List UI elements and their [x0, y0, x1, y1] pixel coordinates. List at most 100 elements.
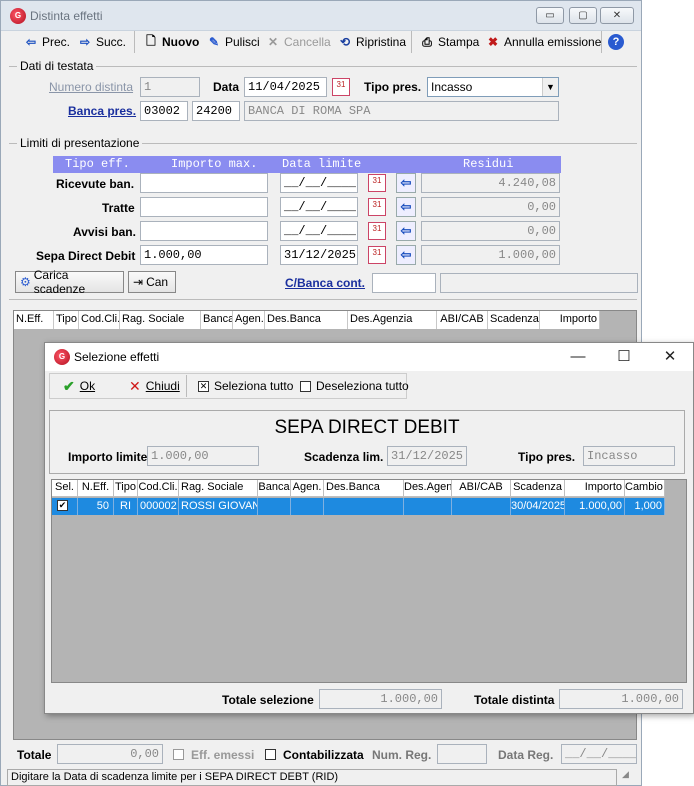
annulla-emissione-button[interactable]: ✖ Annulla emissione — [485, 31, 601, 53]
col-header[interactable]: Tipo — [114, 480, 138, 497]
can-button[interactable]: ⇥ Can — [128, 271, 176, 293]
check-icon: ✔ — [63, 377, 75, 394]
col-header[interactable]: Scadenza — [511, 480, 565, 497]
col-header[interactable]: Cambio — [625, 480, 665, 497]
avvisi-data-field[interactable]: __/__/____ — [280, 221, 358, 241]
tipo-pres-select[interactable]: Incasso ▼ — [427, 77, 559, 97]
num-reg-label: Num. Reg. — [372, 748, 432, 762]
carica-scadenze-label: Carica scadenze — [33, 268, 86, 296]
c-banca-cont-field[interactable] — [372, 273, 436, 293]
calendar-icon[interactable]: 31 — [368, 174, 386, 192]
col-header[interactable]: Rag. Sociale — [179, 480, 258, 497]
tipo-pres-field: Incasso — [583, 446, 675, 466]
col-header[interactable]: Agen. — [291, 480, 324, 497]
stampa-label: Stampa — [438, 35, 480, 49]
ricevute-importo-field[interactable] — [140, 173, 268, 193]
arrow-left-icon[interactable]: ⇦ — [396, 221, 416, 241]
col-header[interactable]: Scadenza — [488, 311, 540, 329]
carica-scadenze-button[interactable]: ⚙ Carica scadenze — [15, 268, 124, 296]
minimize-button[interactable]: — — [555, 343, 601, 371]
col-header[interactable]: Des.Banca — [324, 480, 404, 497]
col-header[interactable]: N.Eff. — [14, 311, 54, 329]
col-header[interactable]: Rag. Sociale — [120, 311, 201, 329]
col-header[interactable]: ABI/CAB — [437, 311, 488, 329]
row-checkbox[interactable]: ✔ — [57, 500, 68, 511]
main-window-title: Distinta effetti — [30, 9, 103, 23]
col-header[interactable]: Agen. — [233, 311, 265, 329]
col-header[interactable]: Des.Agen. — [404, 480, 452, 497]
clear-icon: ✎ — [208, 35, 220, 49]
num-reg-field — [437, 744, 487, 764]
tratte-data-field[interactable]: __/__/____ — [280, 197, 358, 217]
totale-distinta-field: 1.000,00 — [559, 689, 683, 709]
pulisci-button[interactable]: ✎ Pulisci — [206, 31, 260, 53]
stampa-button[interactable]: ⎙ Stampa — [419, 31, 479, 53]
col-header[interactable]: Tipo — [54, 311, 79, 329]
row-select-cell[interactable]: ✔ — [52, 498, 78, 515]
col-header[interactable]: Des.Agenzia — [348, 311, 437, 329]
cab-field[interactable]: 24200 — [192, 101, 240, 121]
eff-emessi-checkbox[interactable] — [173, 749, 184, 760]
contabilizzata-checkbox[interactable] — [265, 749, 276, 760]
calendar-icon[interactable]: 31 — [368, 246, 386, 264]
cancella-button[interactable]: ✕ Cancella — [265, 31, 331, 53]
cancel-emission-icon: ✖ — [487, 35, 499, 49]
arrow-left-icon[interactable]: ⇦ — [396, 245, 416, 265]
dialog-grid[interactable]: Sel. N.Eff. Tipo Cod.Cli. Rag. Sociale B… — [51, 479, 687, 683]
limiti-header-bar: Tipo eff. Importo max. Data limite Resid… — [53, 156, 561, 173]
minimize-button[interactable]: ▭ — [536, 7, 564, 24]
cell-agen — [291, 498, 324, 515]
avvisi-importo-field[interactable] — [140, 221, 268, 241]
banca-pres-label[interactable]: Banca pres. — [68, 104, 136, 118]
close-button[interactable]: ✕ — [647, 343, 693, 371]
c-banca-cont-label[interactable]: C/Banca cont. — [285, 276, 365, 290]
dialog-title-bar: G Selezione effetti — ☐ ✕ — [45, 343, 693, 371]
calendar-icon[interactable]: 31 — [368, 222, 386, 240]
arrow-left-icon[interactable]: ⇦ — [396, 197, 416, 217]
help-icon[interactable]: ? — [608, 34, 624, 50]
abi-field[interactable]: 03002 — [140, 101, 188, 121]
deseleziona-tutto-button[interactable]: Deseleziona tutto — [300, 375, 409, 397]
calendar-icon[interactable]: 31 — [332, 78, 350, 96]
table-row[interactable]: ✔ 50 RI 000002 ROSSI GIOVANN 30/04/2025 … — [52, 498, 665, 515]
arrow-left-icon[interactable]: ⇦ — [396, 173, 416, 193]
data-reg-field: __/__/____ — [561, 744, 637, 764]
seleziona-tutto-button[interactable]: ✕ Seleziona tutto — [198, 375, 293, 397]
col-header[interactable]: Importo — [540, 311, 600, 329]
sdd-data-field[interactable]: 31/12/2025 — [280, 245, 358, 265]
delete-icon: ✕ — [267, 35, 279, 49]
ok-button[interactable]: ✔ Ok — [63, 375, 95, 397]
col-header[interactable]: Banca — [201, 311, 233, 329]
tratte-importo-field[interactable] — [140, 197, 268, 217]
sdd-importo-field[interactable]: 1.000,00 — [140, 245, 268, 265]
numero-distinta-label[interactable]: Numero distinta — [49, 80, 133, 94]
chevron-down-icon[interactable]: ▼ — [542, 78, 558, 96]
ricevute-label: Ricevute ban. — [56, 177, 135, 191]
toolbar-separator — [186, 375, 187, 397]
close-button[interactable]: ✕ — [600, 7, 634, 24]
prec-button[interactable]: ⇦ Prec. — [23, 31, 70, 53]
tipo-pres-label: Tipo pres. — [518, 450, 576, 464]
col-header[interactable]: Importo — [565, 480, 625, 497]
col-header[interactable]: Cod.Cli. — [138, 480, 179, 497]
col-header[interactable]: N.Eff. — [78, 480, 114, 497]
calendar-icon[interactable]: 31 — [368, 198, 386, 216]
ripristina-button[interactable]: ⟲ Ripristina — [337, 31, 406, 53]
maximize-button[interactable]: ☐ — [601, 343, 647, 371]
resize-grip-icon[interactable]: ◢ — [622, 769, 639, 786]
col-header[interactable]: ABI/CAB — [452, 480, 511, 497]
numero-distinta-field[interactable]: 1 — [140, 77, 200, 97]
col-header[interactable]: Banca — [258, 480, 291, 497]
totale-distinta-label: Totale distinta — [474, 693, 555, 707]
maximize-button[interactable]: ▢ — [569, 7, 597, 24]
col-header[interactable]: Sel. — [52, 480, 78, 497]
app-logo-icon: G — [54, 349, 70, 365]
nuovo-button[interactable]: 🗋 Nuovo — [143, 31, 199, 53]
col-header[interactable]: Des.Banca — [265, 311, 348, 329]
chiudi-button[interactable]: ✕ Chiudi — [129, 375, 180, 397]
totale-label: Totale — [17, 748, 52, 762]
ricevute-data-field[interactable]: __/__/____ — [280, 173, 358, 193]
data-field[interactable]: 11/04/2025 — [244, 77, 327, 97]
col-header[interactable]: Cod.Cli. — [79, 311, 120, 329]
succ-button[interactable]: ⇨ Succ. — [77, 31, 126, 53]
